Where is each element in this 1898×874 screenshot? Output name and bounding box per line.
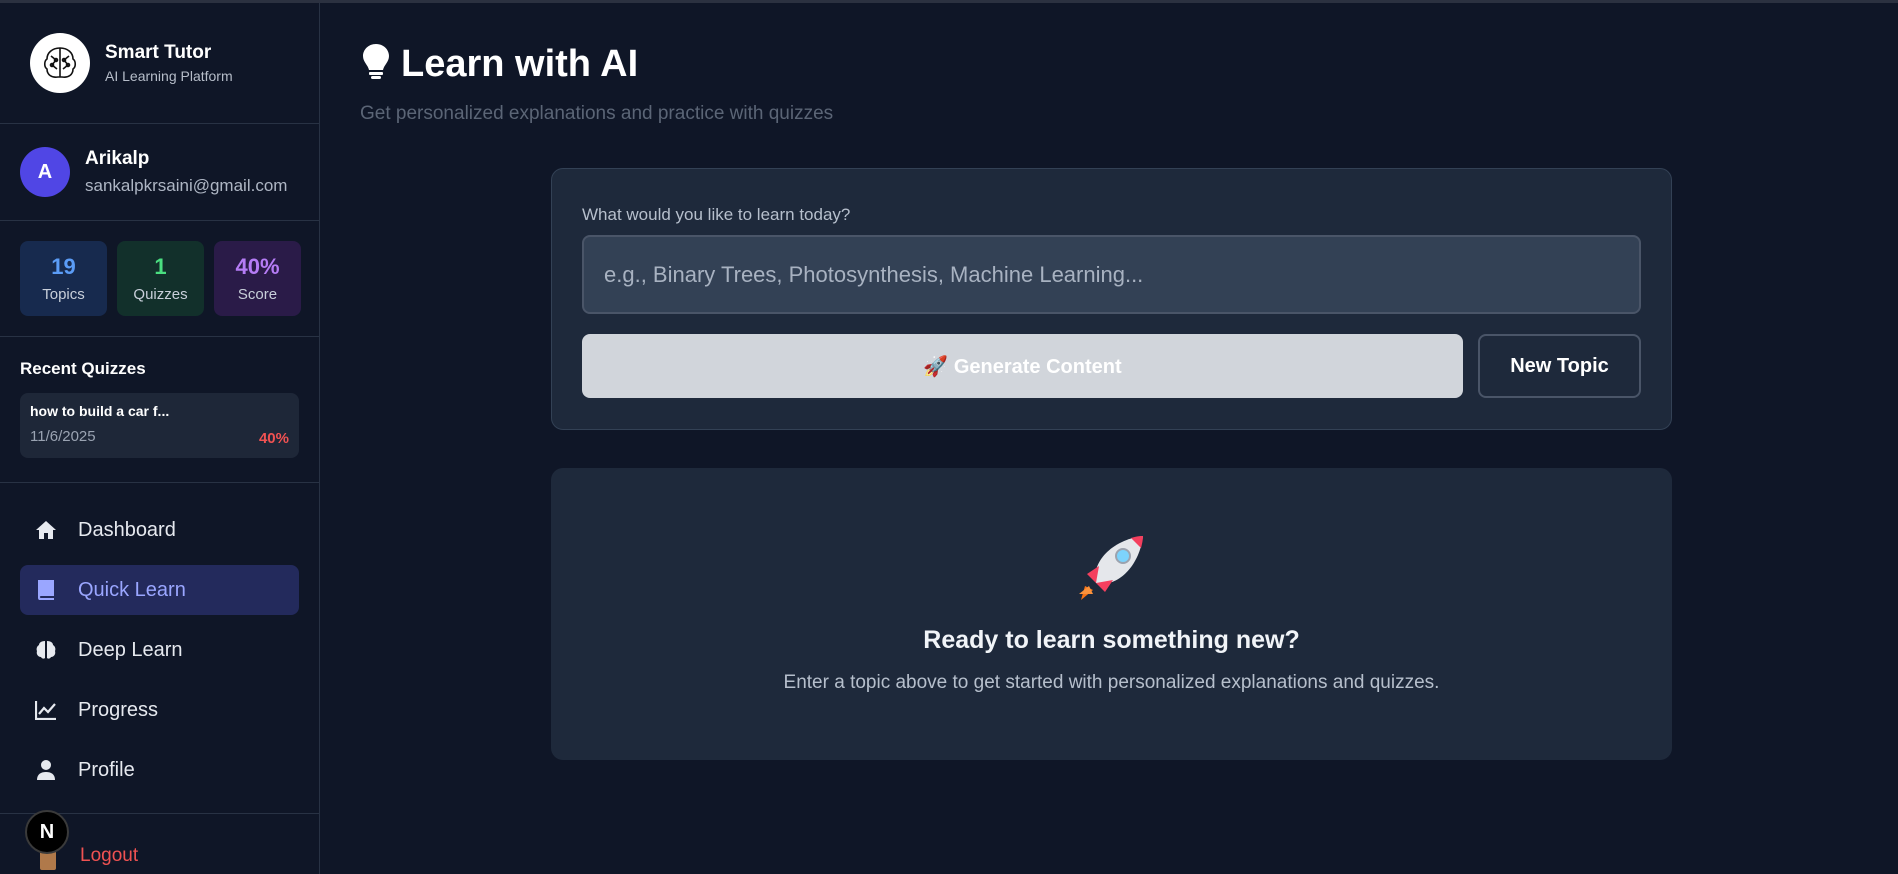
page-header: Learn with AI: [361, 43, 638, 86]
stats-panel: 19 Topics 1 Quizzes 40% Score: [0, 221, 319, 337]
brain-icon: [34, 638, 58, 662]
stat-topics-value: 19: [51, 254, 76, 279]
nav-item-progress[interactable]: Progress: [20, 685, 299, 735]
nav-label-deep-learn: Deep Learn: [78, 638, 183, 661]
stat-score-label: Score: [237, 286, 278, 303]
recent-quiz-score: 40%: [258, 430, 289, 447]
recent-quiz-item[interactable]: how to build a car f... 11/6/2025 40%: [20, 393, 299, 458]
user-panel: A Arikalp sankalpkrsaini@gmail.com: [0, 124, 319, 221]
page-title: Learn with AI: [401, 43, 639, 85]
stat-quizzes-value: 1: [154, 254, 167, 279]
stat-topics-label: Topics: [42, 286, 85, 303]
stat-quizzes: 1 Quizzes: [117, 241, 204, 316]
brain-logo-icon: [30, 33, 90, 93]
new-topic-button[interactable]: New Topic: [1478, 334, 1641, 398]
stat-topics: 19 Topics: [20, 241, 107, 316]
empty-state-title: Ready to learn something new?: [923, 626, 1300, 654]
stat-score: 40% Score: [214, 241, 301, 316]
recent-quiz-name: how to build a car f...: [30, 403, 170, 419]
user-name: Arikalp: [85, 148, 150, 169]
book-icon: [34, 578, 58, 602]
dev-tools-badge[interactable]: N: [25, 810, 69, 854]
page-subtitle: Get personalized explanations and practi…: [360, 103, 834, 124]
empty-state-description: Enter a topic above to get started with …: [783, 672, 1440, 693]
rocket-icon: [1071, 528, 1151, 608]
nav-label-profile: Profile: [78, 758, 135, 781]
recent-quizzes: Recent Quizzes how to build a car f... 1…: [0, 337, 319, 483]
recent-quiz-date: 11/6/2025: [30, 428, 96, 445]
lightbulb-icon: [361, 43, 391, 86]
topic-input-label: What would you like to learn today?: [582, 205, 851, 224]
nav-label-dashboard: Dashboard: [78, 518, 176, 541]
home-icon: [34, 518, 58, 542]
main-content: Learn with AI Get personalized explanati…: [321, 3, 1898, 874]
main-nav: Dashboard Quick Learn Deep Learn Progres…: [0, 483, 319, 814]
chart-icon: [34, 698, 58, 722]
nav-label-quick-learn: Quick Learn: [78, 578, 186, 601]
nav-item-quick-learn[interactable]: Quick Learn: [20, 565, 299, 615]
topic-input-card: What would you like to learn today? 🚀 Ge…: [551, 168, 1672, 430]
nav-label-progress: Progress: [78, 698, 159, 721]
stat-quizzes-label: Quizzes: [133, 286, 188, 303]
nav-item-deep-learn[interactable]: Deep Learn: [20, 625, 299, 675]
sidebar: Smart Tutor AI Learning Platform A Arika…: [0, 3, 320, 874]
user-email: sankalpkrsaini@gmail.com: [85, 176, 288, 195]
nav-item-profile[interactable]: Profile: [20, 745, 299, 795]
brand-title: Smart Tutor: [105, 42, 212, 63]
recent-quizzes-title: Recent Quizzes: [20, 359, 146, 378]
user-icon: [34, 758, 58, 782]
avatar: A: [20, 147, 70, 197]
stat-score-value: 40%: [235, 254, 280, 279]
nav-item-dashboard[interactable]: Dashboard: [20, 505, 299, 555]
generate-content-button[interactable]: 🚀 Generate Content: [582, 334, 1463, 398]
topic-input[interactable]: [582, 235, 1641, 314]
logout-button[interactable]: Logout: [80, 845, 138, 867]
brand-subtitle: AI Learning Platform: [105, 68, 233, 84]
brand: Smart Tutor AI Learning Platform: [0, 3, 319, 124]
empty-state-card: Ready to learn something new? Enter a to…: [551, 468, 1672, 760]
